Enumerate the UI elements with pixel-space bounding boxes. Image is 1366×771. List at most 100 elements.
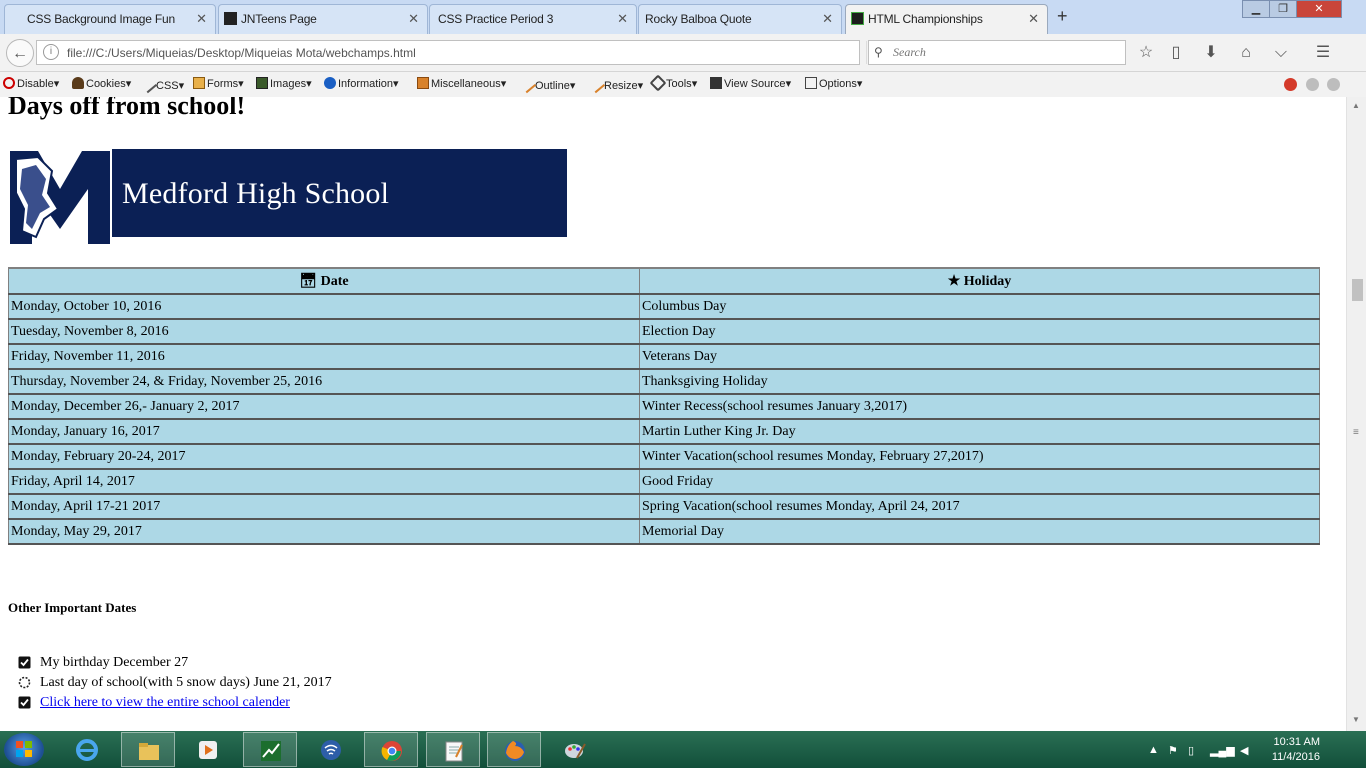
close-icon[interactable]: ✕ xyxy=(408,11,419,27)
dev-options-menu[interactable]: Options▾ xyxy=(805,77,862,90)
menu-icon[interactable]: ☰ xyxy=(1311,41,1335,65)
tab-html-championships[interactable]: HTML Championships ✕ xyxy=(845,4,1048,34)
dev-menu-label: Disable xyxy=(17,78,54,90)
splitter-handle-icon[interactable]: ≡ xyxy=(1353,427,1359,438)
url-bar[interactable]: i file:///C:/Users/Miqueias/Desktop/Miqu… xyxy=(36,40,888,65)
tab-title: CSS Practice Period 3 xyxy=(438,12,554,26)
dev-information-menu[interactable]: Information▾ xyxy=(324,77,399,90)
dev-resize-menu[interactable]: Resize▾ xyxy=(586,74,643,94)
paint-icon xyxy=(565,743,586,759)
chrome-icon xyxy=(381,741,402,761)
taskbar-paint[interactable] xyxy=(548,732,602,767)
close-icon[interactable]: ✕ xyxy=(617,11,628,27)
dev-images-menu[interactable]: Images▾ xyxy=(256,77,312,90)
dev-menu-label: Outline xyxy=(535,80,570,92)
dev-miscellaneous-menu[interactable]: Miscellaneous▾ xyxy=(417,77,506,90)
dev-disable-menu[interactable]: Disable▾ xyxy=(3,77,59,90)
taskbar-notepad[interactable] xyxy=(426,732,480,767)
tab-title: HTML Championships xyxy=(868,12,983,26)
taskbar-network-app[interactable] xyxy=(304,732,358,767)
header-label: Holiday xyxy=(963,273,1012,289)
download-icon[interactable]: ⬇ xyxy=(1199,41,1223,65)
clock-time[interactable]: 10:31 AM xyxy=(1274,736,1320,748)
error-status-icon[interactable] xyxy=(1284,78,1297,91)
pocket-icon[interactable]: ⌵ xyxy=(1269,41,1293,65)
date-cell: Monday, December 26,- January 2, 2017 xyxy=(8,393,640,420)
signal-icon[interactable]: ▂▄▆ xyxy=(1210,744,1235,757)
search-field[interactable]: ⚲ xyxy=(868,40,1126,65)
volume-icon[interactable]: ◀ xyxy=(1240,744,1248,757)
dev-cookies-menu[interactable]: Cookies▾ xyxy=(72,77,131,90)
holiday-cell: Spring Vacation(school resumes Monday, A… xyxy=(639,493,1320,520)
taskbar-media-player[interactable] xyxy=(181,732,235,767)
action-center-flag-icon[interactable]: ⚑ xyxy=(1168,744,1178,757)
minimize-button[interactable]: ▁ xyxy=(1242,0,1270,18)
tab-title: JNTeens Page xyxy=(241,12,317,26)
start-button[interactable] xyxy=(4,733,44,766)
date-cell: Thursday, November 24, & Friday, Novembe… xyxy=(8,368,640,395)
info-icon[interactable]: i xyxy=(43,44,59,60)
dev-outline-menu[interactable]: Outline▾ xyxy=(517,74,575,94)
taskbar-internet-explorer[interactable] xyxy=(60,732,114,767)
clock-date[interactable]: 11/4/2016 xyxy=(1272,751,1320,763)
close-icon[interactable]: ✕ xyxy=(196,11,207,27)
tab-css-background[interactable]: CSS Background Image Fun ✕ xyxy=(4,4,216,34)
chart-trend-icon xyxy=(261,741,281,761)
device-icon[interactable]: ▯ xyxy=(1188,744,1194,757)
maximize-button[interactable]: ❐ xyxy=(1269,0,1297,18)
internet-explorer-icon xyxy=(76,739,98,761)
calendar-icon: 📅︎ xyxy=(299,273,318,289)
table-header-row: 📅︎ Date ★ Holiday xyxy=(8,267,1320,295)
no-entry-icon xyxy=(3,77,15,89)
search-input[interactable] xyxy=(891,44,1120,61)
scroll-thumb[interactable] xyxy=(1352,279,1363,301)
page-icon xyxy=(10,12,23,25)
school-calendar-link[interactable]: Click here to view the entire school cal… xyxy=(40,695,290,710)
taskbar-chrome[interactable] xyxy=(364,732,418,767)
dev-menu-label: Cookies xyxy=(86,78,126,90)
system-tray: ▲ ⚑ ▯ ▂▄▆ ◀ 10:31 AM 11/4/2016 xyxy=(1140,731,1366,768)
tab-title: CSS Background Image Fun xyxy=(27,12,175,26)
scroll-up-arrow-icon[interactable]: ▲ xyxy=(1352,101,1360,110)
scroll-down-arrow-icon[interactable]: ▼ xyxy=(1352,715,1360,724)
url-text: file:///C:/Users/Miqueias/Desktop/Miquei… xyxy=(67,46,416,60)
message-status-icon[interactable] xyxy=(1327,78,1340,91)
dev-menu-label: Images xyxy=(270,78,307,90)
star-icon[interactable]: ☆ xyxy=(1134,41,1158,65)
dev-forms-menu[interactable]: Forms▾ xyxy=(193,77,244,90)
table-row: Tuesday, November 8, 2016 Election Day xyxy=(8,318,1320,345)
dev-menu-label: Resize xyxy=(604,80,638,92)
list-item: My birthday December 27 xyxy=(18,655,332,675)
back-button[interactable]: ← xyxy=(6,39,34,67)
dev-menu-label: Options xyxy=(819,78,857,90)
tab-css-practice[interactable]: CSS Practice Period 3 ✕ xyxy=(429,4,637,34)
reading-list-icon[interactable]: ▯ xyxy=(1164,41,1188,65)
show-hidden-icons-icon[interactable]: ▲ xyxy=(1148,744,1159,756)
close-icon[interactable]: ✕ xyxy=(822,11,833,27)
dev-view-source-menu[interactable]: View Source▾ xyxy=(710,77,791,90)
navigation-toolbar: ← i file:///C:/Users/Miqueias/Desktop/Mi… xyxy=(0,34,1366,72)
loading-circle-icon xyxy=(18,676,31,689)
dev-menu-label: Miscellaneous xyxy=(431,78,501,90)
dev-css-menu[interactable]: CSS▾ xyxy=(138,74,184,94)
taskbar-stock-app[interactable] xyxy=(243,732,297,767)
table-row: Friday, November 11, 2016 Veterans Day xyxy=(8,343,1320,370)
firefox-icon xyxy=(505,741,525,761)
dev-tools-menu[interactable]: Tools▾ xyxy=(649,74,697,92)
vertical-scrollbar[interactable]: ▲ ≡ ▼ xyxy=(1346,97,1366,731)
close-icon[interactable]: ✕ xyxy=(1028,11,1039,27)
new-tab-button[interactable]: + xyxy=(1057,6,1068,27)
tab-jnteens[interactable]: JNTeens Page ✕ xyxy=(218,4,428,34)
tab-rocky-balboa[interactable]: Rocky Balboa Quote ✕ xyxy=(638,4,842,34)
wifi-globe-icon xyxy=(321,740,341,760)
holiday-cell: Winter Recess(school resumes January 3,2… xyxy=(639,393,1320,420)
home-icon[interactable]: ⌂ xyxy=(1234,41,1258,65)
warning-status-icon[interactable] xyxy=(1306,78,1319,91)
taskbar-file-explorer[interactable] xyxy=(121,732,175,767)
table-row: Friday, April 14, 2017 Good Friday xyxy=(8,468,1320,495)
list-item-text: Last day of school(with 5 snow days) Jun… xyxy=(40,675,332,690)
search-icon: ⚲ xyxy=(874,45,883,59)
page-content: Days off from school! Medford High Schoo… xyxy=(0,97,1346,731)
close-window-button[interactable]: ✕ xyxy=(1296,0,1342,18)
taskbar-firefox[interactable] xyxy=(487,732,541,767)
